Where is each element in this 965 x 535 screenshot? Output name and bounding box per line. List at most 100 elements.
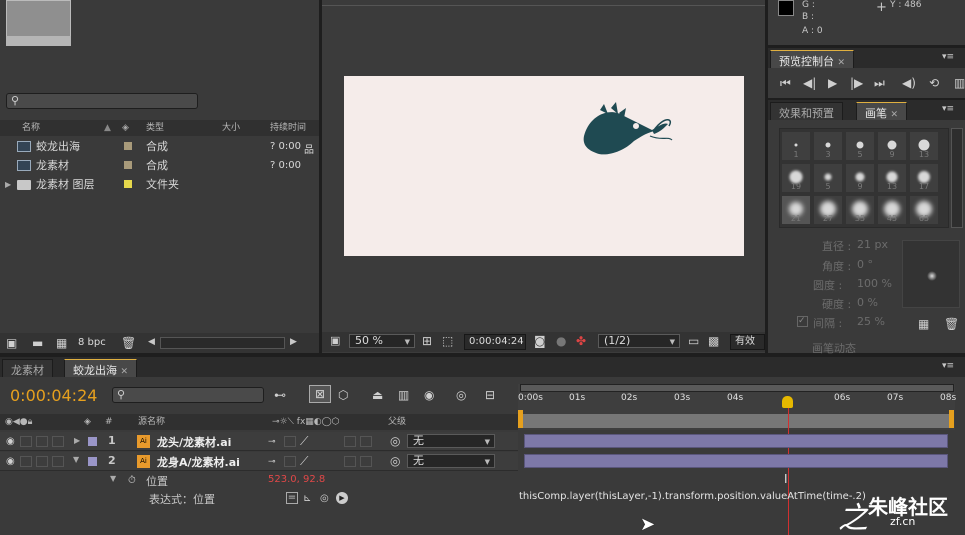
brush-tip[interactable]: 5 [813, 163, 843, 193]
motion-blur-icon[interactable]: ◉ [424, 389, 434, 401]
brush-tip[interactable]: 65 [909, 195, 939, 225]
region-of-interest-icon[interactable]: ▭ [688, 335, 699, 347]
work-area-start-handle[interactable] [518, 410, 523, 428]
brush-tip[interactable]: 9 [877, 131, 907, 161]
diameter-value[interactable]: 21 px [857, 238, 888, 251]
active-camera-button[interactable]: 有效 [730, 334, 765, 350]
new-folder-icon[interactable]: ▬ [32, 337, 43, 349]
trash-icon[interactable]: 🗑︎ [121, 337, 136, 349]
tab-preview[interactable]: 预览控制台 ✕ [770, 50, 855, 68]
always-preview-icon[interactable]: ▣ [330, 335, 340, 347]
brush-dynamics-label[interactable]: 画笔动态 [812, 340, 856, 356]
frame-blending-icon[interactable]: ▥ [398, 389, 409, 401]
bit-depth[interactable]: 8 bpc [78, 337, 106, 348]
label-icon[interactable]: ◈ [122, 120, 129, 136]
layer-duration-bar[interactable] [524, 454, 948, 468]
composition-canvas[interactable] [344, 76, 744, 256]
graph-editor-icon[interactable]: ⊟ [485, 389, 495, 401]
audio-toggle[interactable] [20, 436, 32, 447]
transparency-grid-icon[interactable]: ▩ [708, 335, 719, 347]
comp-mini-flowchart-icon[interactable]: ⊷ [274, 389, 286, 401]
panel-menu-icon[interactable]: ▾≡ [942, 104, 954, 114]
close-icon[interactable]: ✕ [891, 110, 899, 120]
timeline-current-time[interactable]: 0:00:04:24 [10, 386, 97, 405]
project-search-input[interactable]: ⚲ [6, 93, 198, 109]
stopwatch-icon[interactable]: ⏱︎ [128, 475, 136, 487]
effect-switch[interactable] [344, 456, 356, 467]
spacing-checkbox[interactable]: ✓ [797, 316, 808, 327]
lock-toggle[interactable] [52, 436, 64, 447]
brush-tip[interactable]: 1 [781, 131, 811, 161]
draft-3d-icon[interactable]: ⬡ [338, 389, 348, 401]
visibility-eye-icon[interactable]: ◉ [6, 456, 15, 468]
parent-pickwhip-icon[interactable]: ◎ [390, 455, 400, 467]
column-duration[interactable]: 持续时间 [270, 120, 306, 136]
ram-preview-icon[interactable]: ▥ [954, 77, 965, 89]
collapse-arrow-icon[interactable]: ▼ [73, 455, 79, 464]
magnification-dropdown[interactable]: 50 % [349, 334, 415, 348]
solo-toggle[interactable] [36, 456, 48, 467]
panel-menu-icon[interactable]: ▾≡ [942, 361, 954, 371]
interpret-footage-icon[interactable]: ▣ [6, 337, 17, 349]
last-frame-icon[interactable]: ⏭ [874, 77, 885, 89]
live-update-icon[interactable]: ⊠ [309, 385, 331, 403]
label-swatch[interactable] [124, 142, 132, 150]
brush-tip[interactable]: 13 [877, 163, 907, 193]
panel-menu-icon[interactable]: ▾≡ [942, 52, 954, 62]
channel-icon[interactable]: ✤ [576, 335, 586, 347]
brush-tip[interactable]: 19 [781, 163, 811, 193]
expression-language-menu-icon[interactable]: ▶ [336, 492, 348, 504]
new-composition-icon[interactable]: ▦ [56, 337, 67, 349]
shy-switch-icon[interactable]: ⊸ [268, 436, 276, 448]
brush-tip[interactable]: 5 [845, 131, 875, 161]
tab-timeline-dragon-sea[interactable]: 蛟龙出海 ✕ [64, 359, 138, 377]
layer-name[interactable]: 龙身A/龙素材.ai [157, 454, 240, 470]
effect-switch[interactable] [344, 436, 356, 447]
label-swatch[interactable] [124, 180, 132, 188]
show-snapshot-icon[interactable]: ● [556, 335, 566, 347]
brush-tip[interactable]: 13 [909, 131, 939, 161]
collapse-switch[interactable] [284, 436, 296, 447]
label-swatch[interactable] [124, 161, 132, 169]
quality-switch-icon[interactable]: ⟋ [300, 455, 308, 467]
column-type[interactable]: 类型 [146, 120, 164, 136]
new-brush-icon[interactable]: ▦ [918, 318, 929, 330]
first-frame-icon[interactable]: ⏮ [780, 77, 791, 89]
brush-tip[interactable]: 21 [781, 195, 811, 225]
delete-brush-icon[interactable]: 🗑︎ [944, 318, 959, 330]
column-size[interactable]: 大小 [222, 120, 240, 136]
layer-row[interactable]: ◉ ▶ 1 Ai 龙头/龙素材.ai ⊸ ⟋ ◎ 无 [0, 432, 518, 451]
next-frame-icon[interactable]: |▶ [850, 77, 863, 89]
play-icon[interactable]: ▶ [828, 77, 837, 89]
motion-blur-switch[interactable] [360, 456, 372, 467]
horizontal-scrollbar[interactable] [160, 337, 285, 349]
work-area-end-handle[interactable] [949, 410, 954, 428]
project-item[interactable]: 龙素材 合成 ? 0:00 [0, 156, 319, 175]
current-time-display[interactable]: 0:00:04:24 [464, 334, 526, 350]
expression-text-field[interactable]: thisComp.layer(thisLayer,-1).transform.p… [519, 491, 866, 502]
close-icon[interactable]: ✕ [121, 367, 129, 377]
loop-icon[interactable]: ⟲ [929, 77, 939, 89]
collapse-switch[interactable] [284, 456, 296, 467]
visibility-eye-icon[interactable]: ◉ [6, 436, 15, 448]
project-item[interactable]: ▶ 龙素材 图层 文件夹 [0, 175, 319, 194]
tab-brushes[interactable]: 画笔 ✕ [856, 102, 908, 120]
audio-toggle[interactable] [20, 456, 32, 467]
expand-arrow-icon[interactable]: ▶ [74, 436, 80, 445]
work-area-bar[interactable] [520, 384, 954, 392]
brush-tip[interactable]: 17 [909, 163, 939, 193]
parent-dropdown[interactable]: 无 [407, 434, 495, 448]
expression-graph-icon[interactable]: ⊾ [303, 493, 311, 505]
solo-toggle[interactable] [36, 436, 48, 447]
timeline-search-input[interactable]: ⚲ [112, 387, 264, 403]
expand-arrow-icon[interactable]: ▶ [5, 175, 11, 194]
brush-tip[interactable]: 45 [877, 195, 907, 225]
shy-switch-icon[interactable]: ⊸ [268, 456, 276, 468]
brush-tip[interactable]: 3 [813, 131, 843, 161]
brush-tip[interactable]: 9 [845, 163, 875, 193]
hardness-value[interactable]: 0 % [857, 296, 878, 309]
brush-scrollbar[interactable] [951, 128, 963, 228]
brainstorm-icon[interactable]: ◎ [456, 389, 466, 401]
source-name-column[interactable]: 源名称 [138, 414, 165, 430]
scroll-right-icon[interactable]: ▶ [290, 337, 297, 347]
